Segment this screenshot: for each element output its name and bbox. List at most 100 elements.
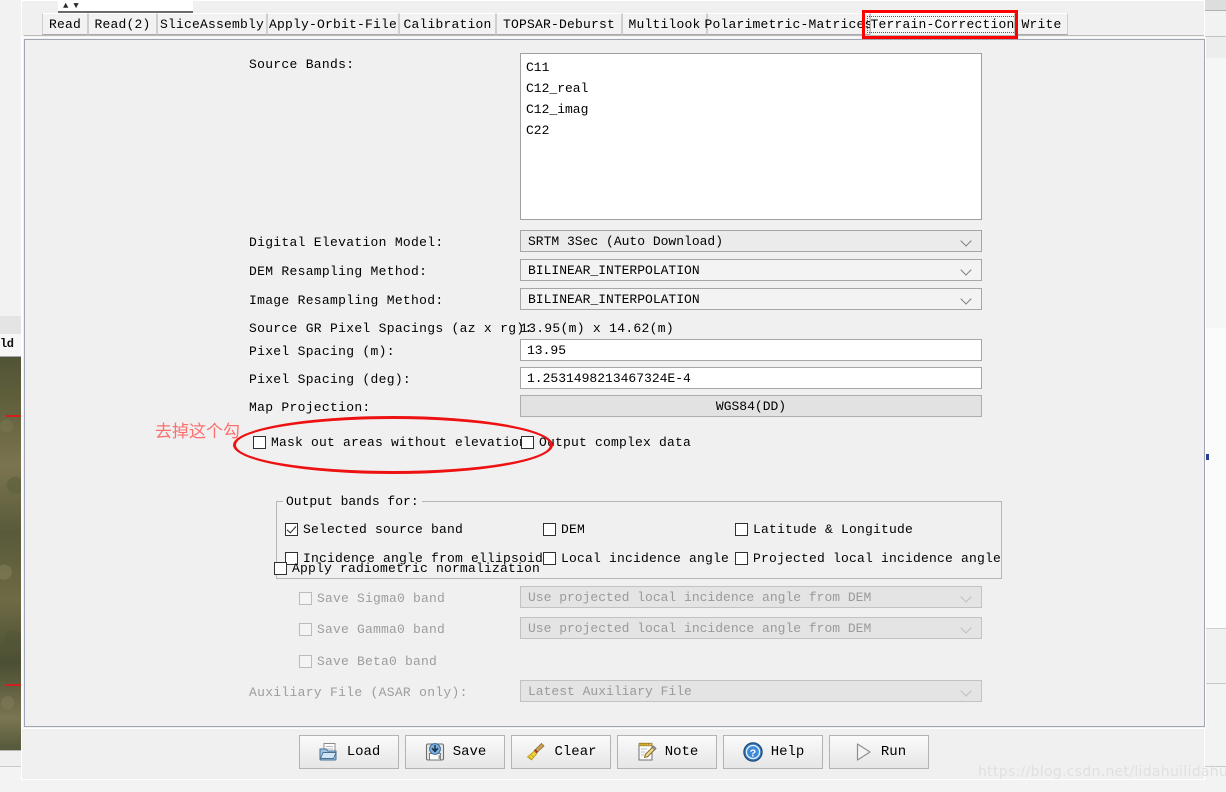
background-map-marker	[6, 415, 22, 417]
run-button[interactable]: Run	[829, 735, 929, 769]
pixel-spacing-deg-input[interactable]: 1.2531498213467324E-4	[520, 367, 982, 389]
list-item[interactable]: C12_imag	[525, 99, 977, 120]
tab-terrain-correction[interactable]: Terrain-Correction	[867, 13, 1018, 35]
output-band-selected-source-checkbox[interactable]: Selected source band	[285, 522, 463, 537]
source-bands-list[interactable]: C11 C12_real C12_imag C22	[520, 53, 982, 220]
checkbox-box	[274, 562, 287, 575]
output-band-label: Selected source band	[303, 522, 464, 537]
output-band-dem-checkbox[interactable]: DEM	[543, 522, 585, 537]
save-sigma0-checkbox[interactable]: Save Sigma0 band	[299, 591, 445, 606]
output-band-label: Projected local incidence angle	[753, 551, 1002, 566]
background-right-c	[1204, 58, 1226, 328]
chevron-down-icon	[962, 236, 972, 246]
apply-radiometric-normalization-checkbox[interactable]: Apply radiometric normalization	[274, 561, 540, 576]
checkbox-box	[543, 523, 556, 536]
folder-open-icon	[318, 741, 340, 763]
tab-label: Multilook	[628, 16, 701, 32]
output-band-label: DEM	[561, 522, 586, 537]
tab-apply-orbit-file[interactable]: Apply-Orbit-File	[267, 13, 399, 35]
mask-out-areas-checkbox[interactable]: Mask out areas without elevation	[253, 435, 527, 450]
tab-read-2[interactable]: Read(2)	[88, 13, 157, 35]
background-right-a	[1204, 0, 1226, 11]
map-projection-button[interactable]: WGS84(DD)	[520, 395, 982, 417]
source-bands-label: Source Bands:	[249, 57, 355, 72]
output-band-latlon-checkbox[interactable]: Latitude & Longitude	[735, 522, 913, 537]
chevron-down-icon	[962, 592, 972, 602]
checkbox-box	[521, 436, 534, 449]
output-band-label: Latitude & Longitude	[753, 522, 914, 537]
load-button[interactable]: Load	[299, 735, 399, 769]
floppy-disk-icon	[424, 741, 446, 763]
run-button-label: Run	[880, 744, 907, 760]
output-complex-data-checkbox[interactable]: Output complex data	[521, 435, 691, 450]
checkbox-box	[299, 623, 312, 636]
output-bands-legend: Output bands for:	[283, 494, 422, 509]
note-button[interactable]: Note	[617, 735, 717, 769]
spinner-arrows-icon[interactable]: ▲▼	[63, 1, 84, 12]
pixel-spacing-m-label: Pixel Spacing (m):	[249, 344, 395, 359]
chevron-down-icon	[962, 686, 972, 696]
output-band-local-incidence-checkbox[interactable]: Local incidence angle	[543, 551, 729, 566]
auxiliary-file-label: Auxiliary File (ASAR only):	[249, 685, 468, 700]
page-watermark: https://blog.csdn.net/lidahuilidahui	[978, 764, 1226, 780]
list-item[interactable]: C22	[525, 120, 977, 141]
tab-label: SliceAssembly	[159, 16, 265, 32]
tab-read[interactable]: Read	[42, 13, 88, 35]
checkbox-box	[543, 552, 556, 565]
tab-label: Polarimetric-Matrices	[704, 16, 873, 32]
tab-polarimetric-matrices[interactable]: Polarimetric-Matrices	[704, 13, 873, 35]
dem-resampling-value: BILINEAR_INTERPOLATION	[528, 262, 700, 278]
auxiliary-file-combobox[interactable]: Latest Auxiliary File	[520, 680, 982, 702]
tab-write[interactable]: Write	[1015, 13, 1068, 35]
dem-combobox-value: SRTM 3Sec (Auto Download)	[528, 233, 724, 249]
dem-resampling-label: DEM Resampling Method:	[249, 264, 428, 279]
save-beta0-checkbox[interactable]: Save Beta0 band	[299, 654, 437, 669]
terrain-correction-panel: Source Bands: C11 C12_real C12_imag C22 …	[22, 37, 1206, 729]
image-resampling-value: BILINEAR_INTERPOLATION	[528, 291, 700, 307]
save-sigma0-label: Save Sigma0 band	[317, 591, 446, 606]
checkbox-box	[299, 655, 312, 668]
dem-combobox[interactable]: SRTM 3Sec (Auto Download)	[520, 230, 982, 252]
tab-strip-underline	[24, 35, 1204, 36]
checkbox-box	[253, 436, 266, 449]
pixel-spacing-m-input[interactable]: 13.95	[520, 339, 982, 361]
source-gr-spacings-label: Source GR Pixel Spacings (az x rg):	[249, 321, 533, 336]
apply-radiometric-normalization-label: Apply radiometric normalization	[292, 561, 541, 576]
tab-calibration[interactable]: Calibration	[399, 13, 496, 35]
tab-multilook[interactable]: Multilook	[622, 13, 707, 35]
list-item[interactable]: C11	[525, 57, 977, 78]
checkbox-box	[735, 552, 748, 565]
tab-label: Calibration	[403, 16, 492, 32]
pixel-spacing-deg-label: Pixel Spacing (deg):	[249, 372, 412, 387]
save-button[interactable]: Save	[405, 735, 505, 769]
chinese-note-annotation: 去掉这个勾	[155, 422, 240, 442]
chevron-down-icon	[962, 623, 972, 633]
background-panel-label: ld	[0, 337, 14, 351]
background-map-marker	[6, 684, 22, 686]
play-triangle-icon	[852, 741, 874, 763]
svg-text:?: ?	[749, 747, 755, 759]
map-projection-label: Map Projection:	[249, 400, 371, 415]
gamma0-incidence-angle-combobox[interactable]: Use projected local incidence angle from…	[520, 617, 982, 639]
gamma0-incidence-angle-value: Use projected local incidence angle from…	[528, 620, 872, 636]
image-resampling-label: Image Resampling Method:	[249, 293, 444, 308]
list-item[interactable]: C12_real	[525, 78, 977, 99]
dem-resampling-combobox[interactable]: BILINEAR_INTERPOLATION	[520, 259, 982, 281]
clear-button[interactable]: Clear	[511, 735, 611, 769]
image-resampling-combobox[interactable]: BILINEAR_INTERPOLATION	[520, 288, 982, 310]
save-gamma0-label: Save Gamma0 band	[317, 622, 446, 637]
sigma0-incidence-angle-combobox[interactable]: Use projected local incidence angle from…	[520, 586, 982, 608]
checkbox-box	[299, 592, 312, 605]
help-button[interactable]: ? Help	[723, 735, 823, 769]
graph-builder-dialog: ▲▼ Read Read(2) SliceAssembly Apply-Orbit-F…	[21, 0, 1206, 780]
tab-topsar-deburst[interactable]: TOPSAR-Deburst	[496, 13, 622, 35]
background-right-e	[1204, 628, 1226, 685]
background-right-d	[1204, 328, 1226, 628]
mask-out-areas-label: Mask out areas without elevation	[271, 435, 528, 450]
save-gamma0-checkbox[interactable]: Save Gamma0 band	[299, 622, 445, 637]
output-band-projected-local-incidence-checkbox[interactable]: Projected local incidence angle	[735, 551, 1001, 566]
tab-label: Write	[1021, 16, 1062, 32]
terrain-correction-panel-inner: Source Bands: C11 C12_real C12_imag C22 …	[24, 39, 1205, 727]
auxiliary-file-value: Latest Auxiliary File	[528, 683, 692, 699]
tab-sliceassembly[interactable]: SliceAssembly	[157, 13, 267, 35]
